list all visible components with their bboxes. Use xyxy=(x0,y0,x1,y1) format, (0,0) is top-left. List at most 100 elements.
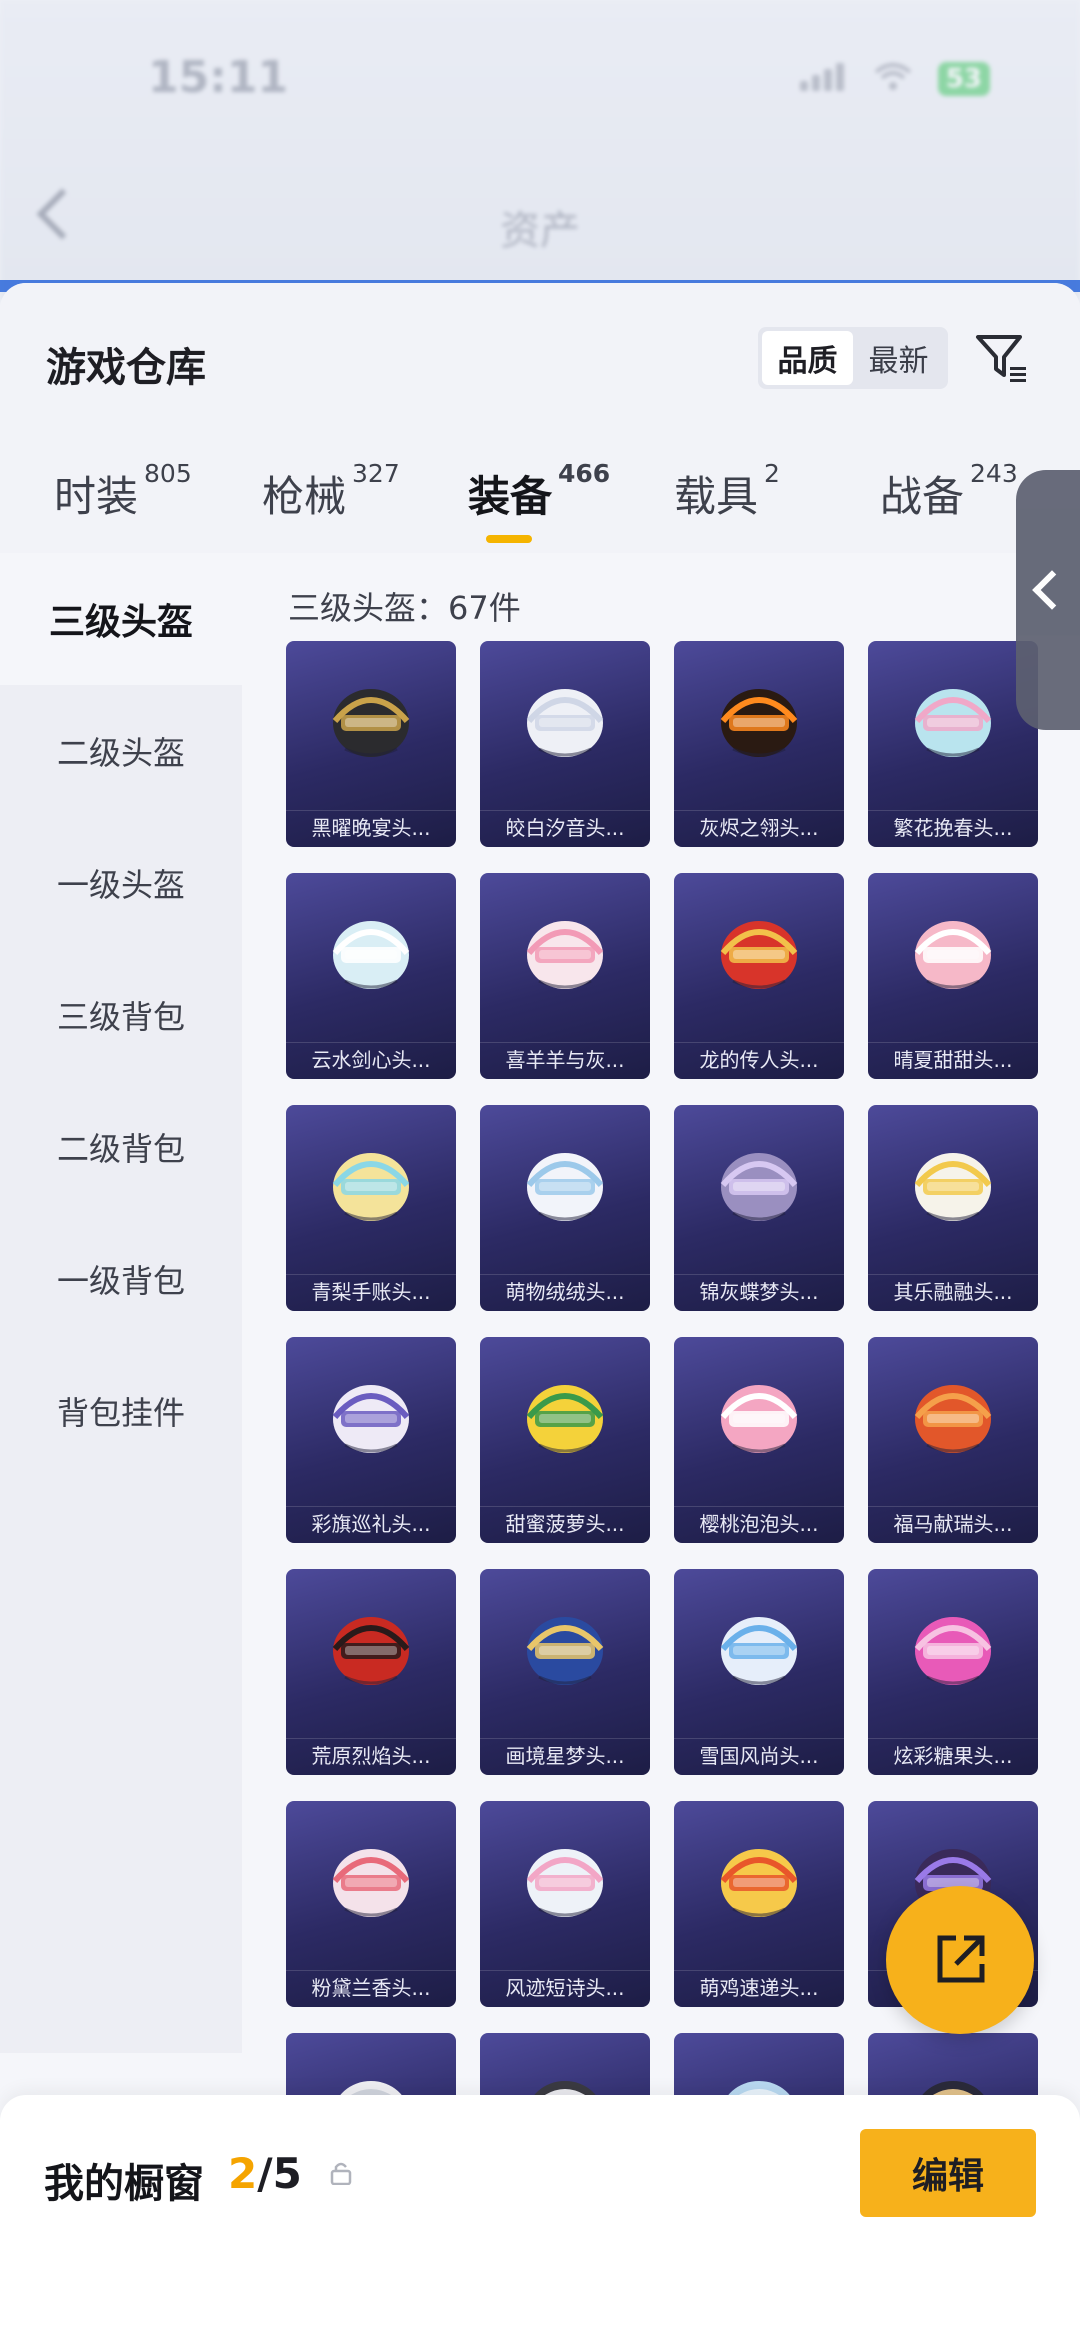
sheet-header: 游戏仓库 品质 最新 时装 805 枪械 327 装备 466 载具 2 战备 243 xyxy=(0,283,1080,553)
item-card[interactable]: 粉黛兰香头... xyxy=(286,1801,456,2007)
lock-icon xyxy=(330,2161,352,2186)
sort-quality-button[interactable]: 品质 xyxy=(762,331,853,385)
item-card[interactable]: 灰烬之翎头... xyxy=(674,641,844,847)
category-tabs: 时装 805 枪械 327 装备 466 载具 2 战备 243 xyxy=(0,459,1080,553)
tab-firearms[interactable]: 枪械 327 xyxy=(262,459,400,524)
subcategory-level3-helmet[interactable]: 三级头盔 xyxy=(0,553,242,685)
item-name: 晴夏甜甜头... xyxy=(893,1048,1013,1072)
subcategory-level1-backpack[interactable]: 一级背包 xyxy=(0,1213,242,1345)
item-card[interactable]: 喜羊羊与灰... xyxy=(480,873,650,1079)
item-card[interactable]: 黑曜晚宴头... xyxy=(286,641,456,847)
item-card[interactable]: 炫彩糖果头... xyxy=(868,1569,1038,1775)
sort-newest-button[interactable]: 最新 xyxy=(853,331,944,385)
item-name: 灰烬之翎头... xyxy=(699,816,819,840)
item-card[interactable]: 荒原烈焰头... xyxy=(286,1569,456,1775)
helmet-icon xyxy=(526,1849,604,1917)
back-arrow-icon[interactable] xyxy=(36,188,88,240)
item-name: 繁花挽春头... xyxy=(893,816,1013,840)
signal-icon xyxy=(799,63,848,95)
subcategory-level1-helmet[interactable]: 一级头盔 xyxy=(0,817,242,949)
background-title: 资产 xyxy=(500,208,580,254)
tab-equipment[interactable]: 装备 466 xyxy=(468,459,610,524)
helmet-icon xyxy=(526,1385,604,1453)
wifi-icon xyxy=(874,62,912,96)
subcategory-level2-backpack[interactable]: 二级背包 xyxy=(0,1081,242,1213)
item-card[interactable]: 青梨手账头... xyxy=(286,1105,456,1311)
item-card[interactable]: 云水剑心头... xyxy=(286,873,456,1079)
helmet-icon xyxy=(332,921,410,989)
tab-label: 战备 xyxy=(880,472,965,521)
item-name: 樱桃泡泡头... xyxy=(699,1512,819,1536)
helmet-icon xyxy=(332,1385,410,1453)
tab-count: 466 xyxy=(558,459,611,488)
tab-label: 时装 xyxy=(54,472,139,521)
edit-button[interactable]: 编辑 xyxy=(860,2129,1036,2217)
item-card[interactable]: 锦灰蝶梦头... xyxy=(674,1105,844,1311)
helmet-icon xyxy=(526,921,604,989)
helmet-icon xyxy=(526,689,604,757)
item-name: 皎白汐音头... xyxy=(505,816,625,840)
item-name: 黑曜晚宴头... xyxy=(311,816,431,840)
item-card[interactable]: 雪国风尚头... xyxy=(674,1569,844,1775)
subcategory-backpack-charm[interactable]: 背包挂件 xyxy=(0,1345,242,1477)
subcategory-list: 三级头盔 二级头盔 一级头盔 三级背包 二级背包 一级背包 背包挂件 xyxy=(0,553,242,2053)
tab-label: 枪械 xyxy=(262,472,347,521)
battery-indicator: 53 xyxy=(937,62,990,96)
helmet-icon xyxy=(720,1385,798,1453)
helmet-icon xyxy=(526,1153,604,1221)
item-name: 其乐融融头... xyxy=(893,1280,1013,1304)
helmet-icon xyxy=(720,1153,798,1221)
item-card[interactable]: 繁花挽春头... xyxy=(868,641,1038,847)
item-name: 炫彩糖果头... xyxy=(893,1744,1013,1768)
item-card[interactable]: 风迹短诗头... xyxy=(480,1801,650,2007)
item-card[interactable]: 萌物绒绒头... xyxy=(480,1105,650,1311)
helmet-icon xyxy=(720,689,798,757)
item-card[interactable]: 画境星梦头... xyxy=(480,1569,650,1775)
item-card[interactable]: 樱桃泡泡头... xyxy=(674,1337,844,1543)
tab-fashion[interactable]: 时装 805 xyxy=(54,459,192,524)
tab-count: 2 xyxy=(764,459,780,488)
helmet-icon xyxy=(720,921,798,989)
item-name: 萌物绒绒头... xyxy=(505,1280,625,1304)
tab-vehicles[interactable]: 载具 2 xyxy=(674,459,780,524)
side-drawer-handle[interactable] xyxy=(1016,470,1080,730)
helmet-icon xyxy=(720,1849,798,1917)
tab-count: 243 xyxy=(970,459,1018,488)
filter-icon[interactable] xyxy=(974,329,1030,385)
item-card[interactable]: 萌鸡速递头... xyxy=(674,1801,844,2007)
helmet-icon xyxy=(332,1617,410,1685)
item-card[interactable]: 晴夏甜甜头... xyxy=(868,873,1038,1079)
helmet-icon xyxy=(332,689,410,757)
helmet-icon xyxy=(914,1617,992,1685)
section-count-label: 三级头盔：67件 xyxy=(288,589,521,627)
tab-count: 327 xyxy=(352,459,400,488)
active-tab-indicator xyxy=(486,535,532,543)
item-card[interactable]: 皎白汐音头... xyxy=(480,641,650,847)
helmet-icon xyxy=(720,1617,798,1685)
subcategory-level3-backpack[interactable]: 三级背包 xyxy=(0,949,242,1081)
item-card[interactable]: 福马献瑞头... xyxy=(868,1337,1038,1543)
helmet-icon xyxy=(914,921,992,989)
showcase-current: 2 xyxy=(228,2149,258,2198)
item-name: 锦灰蝶梦头... xyxy=(699,1280,819,1304)
item-name: 风迹短诗头... xyxy=(505,1976,625,2000)
background-page: 15:11 53 资产 xyxy=(0,0,1080,300)
warehouse-sheet: 游戏仓库 品质 最新 时装 805 枪械 327 装备 466 载具 2 战备 243 三… xyxy=(0,283,1080,2341)
tab-label: 装备 xyxy=(468,472,553,521)
item-name: 萌鸡速递头... xyxy=(699,1976,819,2000)
item-name: 龙的传人头... xyxy=(699,1048,819,1072)
showcase-count: 2/5 xyxy=(228,2149,302,2198)
status-icons: 53 xyxy=(799,62,990,96)
item-card[interactable]: 龙的传人头... xyxy=(674,873,844,1079)
item-card[interactable]: 甜蜜菠萝头... xyxy=(480,1337,650,1543)
share-button[interactable] xyxy=(886,1886,1034,2034)
share-icon xyxy=(937,1935,985,1983)
status-time: 15:11 xyxy=(148,52,289,103)
item-card[interactable]: 其乐融融头... xyxy=(868,1105,1038,1311)
tab-supplies[interactable]: 战备 243 xyxy=(880,459,1018,524)
helmet-icon xyxy=(526,1617,604,1685)
tab-label: 载具 xyxy=(674,472,759,521)
item-card[interactable]: 彩旗巡礼头... xyxy=(286,1337,456,1543)
showcase-title: 我的橱窗 xyxy=(44,2161,204,2207)
subcategory-level2-helmet[interactable]: 二级头盔 xyxy=(0,685,242,817)
